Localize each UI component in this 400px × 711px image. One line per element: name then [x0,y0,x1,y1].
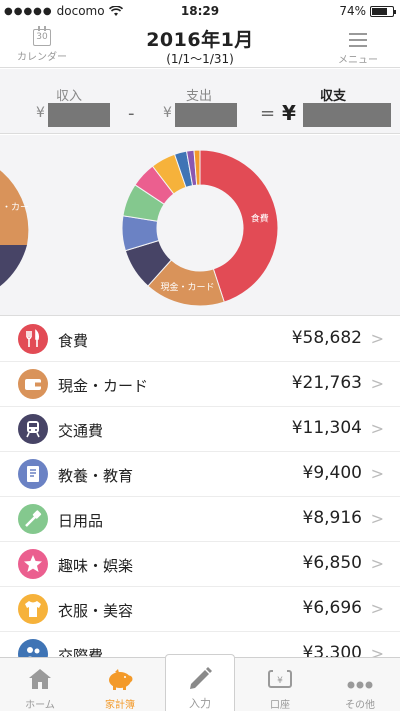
people-icon [18,639,48,657]
tab-accounts[interactable]: ¥ 口座 [245,658,315,711]
tab-bar: ホーム 家計簿 入力 ¥ 口座 その他 [0,654,400,711]
previous-month-donut-partial[interactable] [0,153,29,245]
tab-household-book[interactable]: 家計簿 [85,658,155,711]
income-value-masked [48,103,110,127]
category-name: 日用品 [58,512,104,530]
expense-label: 支出 [186,89,213,104]
donut-slice-label: 食費 [251,212,269,224]
star-icon [18,549,48,579]
svg-text:¥: ¥ [277,676,283,686]
donut-slice-label: 現金・カード [161,281,215,293]
nav-header: 30 カレンダー 2016年1月 (1/1〜1/31) メニュー [0,22,400,68]
tab-home[interactable]: ホーム [5,658,75,711]
wallet-icon [18,369,48,399]
tab-more-label: その他 [345,700,375,711]
category-list: 食費 ¥58,682 > 現金・カード ¥21,763 > 交通費 ¥11,304 > 教養・教育… [0,317,400,657]
tab-input[interactable]: 入力 [165,654,235,711]
category-name: 食費 [58,332,89,350]
shirt-icon [18,594,48,624]
income-yen: ¥ [36,105,45,121]
chevron-right-icon: > [370,464,384,483]
category-row[interactable]: 趣味・娯楽 ¥6,850 > [0,542,400,587]
book-icon [18,459,48,489]
battery-info: 74% [339,4,396,18]
tab-home-label: ホーム [25,700,55,711]
category-amount: ¥11,304 [291,418,362,438]
category-row[interactable]: 食費 ¥58,682 > [0,317,400,362]
category-amount: ¥3,300 [302,643,362,657]
category-amount: ¥6,696 [302,598,362,618]
category-name: 衣服・美容 [58,602,134,620]
previous-month-donut-slice [0,245,27,287]
expense-yen: ¥ [163,105,172,121]
balance-yen: ¥ [282,101,296,125]
category-name: 交通費 [58,422,104,440]
chevron-right-icon: > [370,419,384,438]
chevron-right-icon: > [370,599,384,618]
category-name: 教養・教育 [58,467,134,485]
train-icon [18,414,48,444]
balance-value-masked [303,103,391,127]
equals-sign: = [260,103,276,124]
chevron-right-icon: > [370,554,384,573]
status-bar: ●●●●● docomo 18:29 74% [0,0,400,22]
pencil-icon [190,667,212,689]
menu-button[interactable]: メニュー [330,26,386,66]
chevron-right-icon: > [370,644,384,657]
category-row[interactable]: 現金・カード ¥21,763 > [0,362,400,407]
category-amount: ¥6,850 [302,553,362,573]
tab-more[interactable]: その他 [325,658,395,711]
hamburger-icon [349,33,367,47]
expense-donut-chart[interactable]: 食費現金・カード ・カー [0,135,400,316]
balance-label: 収支 [320,89,347,104]
chevron-right-icon: > [370,329,384,348]
tab-household-book-label: 家計簿 [105,700,135,711]
category-row[interactable]: 教養・教育 ¥9,400 > [0,452,400,497]
category-name: 交際費 [58,647,104,657]
category-amount: ¥8,916 [302,508,362,528]
category-row[interactable]: 衣服・美容 ¥6,696 > [0,587,400,632]
battery-percent: 74% [339,4,366,18]
expense-value-masked [175,103,237,127]
income-label: 収入 [56,89,83,104]
more-icon [347,681,373,689]
chevron-right-icon: > [370,509,384,528]
menu-label: メニュー [338,55,378,66]
toothbrush-icon [18,504,48,534]
tab-input-label: 入力 [189,697,211,710]
category-name: 現金・カード [58,377,149,395]
chevron-right-icon: > [370,374,384,393]
home-icon [29,669,51,689]
previous-month-donut-label: ・カー [2,202,29,213]
category-amount: ¥9,400 [302,463,362,483]
category-row[interactable]: 日用品 ¥8,916 > [0,497,400,542]
piggy-bank-icon [109,669,133,690]
bank-card-icon: ¥ [268,669,292,688]
category-amount: ¥58,682 [291,328,362,348]
category-amount: ¥21,763 [291,373,362,393]
minus-sign: - [128,103,135,124]
fork-knife-icon [18,324,48,354]
summary-bar: 収入 ¥ - 支出 ¥ = 収支 ¥ [0,69,400,134]
category-row[interactable]: 交通費 ¥11,304 > [0,407,400,452]
tab-accounts-label: 口座 [270,700,290,711]
expense-donut-chart-area[interactable]: 食費現金・カード ・カー [0,135,400,316]
battery-icon [370,5,396,17]
category-name: 趣味・娯楽 [58,557,134,575]
